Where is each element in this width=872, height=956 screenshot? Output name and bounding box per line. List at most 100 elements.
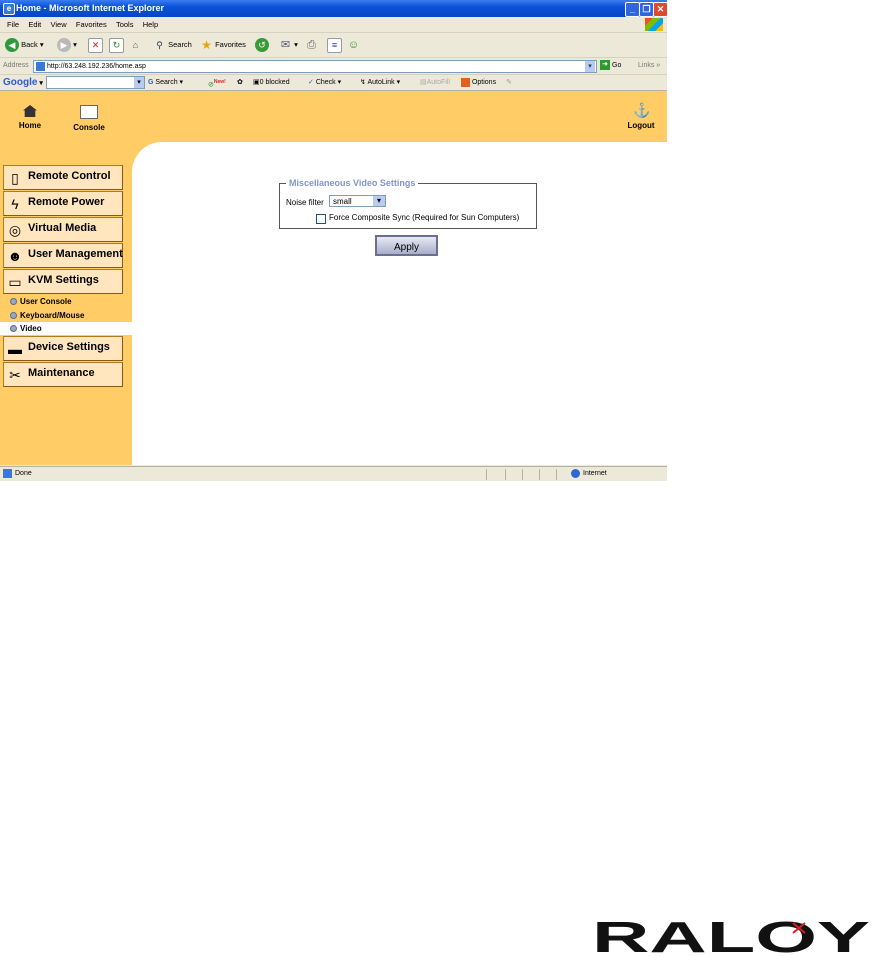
search-icon: ⚲ [156, 39, 163, 50]
window-title: Home - Microsoft Internet Explorer [16, 3, 165, 13]
home-browser-button[interactable]: ⌂ [129, 37, 142, 53]
messenger-icon: ☺ [347, 38, 360, 51]
sidebar-item-label: Maintenance [28, 367, 95, 379]
home-icon [23, 105, 37, 117]
go-button[interactable]: ➜ Go [600, 60, 621, 72]
menu-edit[interactable]: Edit [28, 17, 41, 32]
sidebar-subitem-keyboard-mouse[interactable]: Keyboard/Mouse [0, 309, 132, 322]
popup-blocker-icon: ▣ [253, 79, 260, 86]
maximize-button[interactable]: ❐ [639, 2, 654, 17]
chevron-down-icon[interactable]: ▾ [373, 196, 385, 206]
search-button[interactable]: ⚲ Search [153, 37, 192, 53]
sidebar-subitem-video[interactable]: Video [0, 322, 132, 335]
menu-view[interactable]: View [51, 17, 67, 32]
messenger-button[interactable]: ☺ [347, 37, 360, 53]
edit-page-icon: ≡ [327, 37, 342, 53]
power-icon: ϟ [11, 196, 19, 212]
spell-check-icon: ✓ [308, 79, 314, 86]
tools-icon: ✂ [9, 367, 21, 383]
sidebar-item-remote-power[interactable]: ϟ Remote Power [3, 191, 123, 216]
google-pagerank-icon[interactable]: ✿ [237, 75, 243, 90]
sidebar-item-virtual-media[interactable]: ◎ Virtual Media [3, 217, 123, 242]
autofill-icon: ▤ [420, 79, 427, 86]
subitem-label: Video [20, 324, 42, 333]
popup-blocker-button[interactable]: ▣0 blocked [253, 75, 290, 90]
stop-button[interactable]: ✕ [88, 37, 103, 53]
forward-button[interactable]: ▶ ▾ [57, 37, 77, 53]
sidebar-item-label: User Management [28, 248, 123, 260]
menu-favorites[interactable]: Favorites [76, 17, 107, 32]
sidebar-item-maintenance[interactable]: ✂ Maintenance [3, 362, 123, 387]
menu-tools[interactable]: Tools [116, 17, 134, 32]
print-button[interactable]: ⎙ [305, 37, 318, 53]
menu-file[interactable]: File [7, 17, 19, 32]
page-done-icon [3, 468, 12, 478]
cd-icon: ◎ [8, 222, 22, 238]
back-button[interactable]: ◀ Back ▾ [5, 37, 44, 53]
status-divider [486, 469, 487, 480]
google-search-dropdown-icon[interactable]: ▾ [134, 77, 144, 88]
options-button[interactable]: Options [461, 75, 496, 90]
bullet-icon [10, 312, 17, 320]
noise-filter-label: Noise filter [286, 198, 324, 207]
subitem-label: Keyboard/Mouse [20, 311, 85, 320]
close-button[interactable]: ✕ [653, 2, 667, 17]
status-divider [522, 469, 523, 480]
links-button[interactable]: Links » [638, 58, 660, 74]
go-arrow-icon: ➜ [600, 60, 610, 71]
google-logo-text: Google [3, 77, 38, 88]
edit-button[interactable]: ≡ [327, 37, 342, 53]
windows-logo-icon [645, 18, 663, 31]
google-search-input[interactable]: ▾ [46, 76, 145, 89]
sidebar-item-user-management[interactable]: ☻ User Management [3, 243, 123, 268]
console-nav-button[interactable]: Console [70, 105, 108, 132]
address-url: http://63.248.192.236/home.asp [47, 63, 146, 70]
video-settings-fieldset: Miscellaneous Video Settings Noise filte… [279, 178, 537, 229]
bullet-icon [10, 298, 17, 306]
security-zone: Internet [571, 467, 607, 481]
favorites-label: Favorites [215, 40, 246, 49]
status-text: Done [3, 467, 32, 481]
spell-check-button[interactable]: ✓ Check ▾ [308, 75, 341, 90]
sidebar-item-device-settings[interactable]: ▬ Device Settings [3, 336, 123, 361]
sidebar-item-label: KVM Settings [28, 274, 99, 286]
logout-nav-button[interactable]: ⚓ Logout [624, 103, 658, 130]
google-g-icon: G [148, 79, 154, 86]
raloy-logo: RALOY [592, 916, 870, 956]
history-button[interactable]: ↺ [255, 37, 269, 53]
address-dropdown-icon[interactable]: ▾ [585, 61, 595, 72]
mail-button[interactable]: ✉ ▾ [279, 37, 298, 53]
blocked-count: 0 blocked [259, 79, 290, 86]
google-search-button[interactable]: G Search ▾ [148, 75, 183, 90]
logout-nav-label: Logout [627, 121, 655, 130]
sidebar-subitem-user-console[interactable]: User Console [0, 295, 132, 308]
address-input[interactable]: http://63.248.192.236/home.asp ▾ [33, 60, 597, 73]
autofill-label: AutoFill [426, 79, 450, 86]
zone-label: Internet [583, 470, 607, 477]
standard-toolbar: ◀ Back ▾ ▶ ▾ ✕ ↻ ⌂ ⚲ Search ★ Favorites … [0, 33, 667, 58]
favorites-button[interactable]: ★ Favorites [200, 37, 246, 53]
minimize-button[interactable]: _ [625, 2, 640, 17]
google-search-label: Search [155, 79, 178, 86]
highlight-icon[interactable]: ✎ [506, 75, 512, 90]
sidebar-item-kvm-settings[interactable]: ▭ KVM Settings [3, 269, 123, 294]
refresh-icon: ↻ [109, 37, 124, 53]
noise-filter-select[interactable]: small ▾ [329, 195, 386, 207]
menu-help[interactable]: Help [143, 17, 158, 32]
autolink-button[interactable]: ↯ AutoLink ▾ [360, 75, 400, 90]
sidebar-item-remote-control[interactable]: ▯ Remote Control [3, 165, 123, 190]
web-page: Home Console ⚓ Logout ▯ Remote Control ϟ… [0, 91, 667, 465]
svg-text:RALOY: RALOY [592, 916, 870, 956]
title-bar: e Home - Microsoft Internet Explorer _ ❐… [0, 0, 667, 17]
apply-button[interactable]: Apply [375, 235, 438, 256]
google-news-button[interactable]: ⊘New! [208, 75, 226, 92]
console-nav-label: Console [73, 123, 105, 132]
fieldset-legend: Miscellaneous Video Settings [286, 178, 419, 189]
force-composite-sync-checkbox[interactable] [316, 214, 326, 224]
new-badge: New! [213, 79, 226, 85]
refresh-button[interactable]: ↻ [109, 37, 124, 53]
subitem-label: User Console [20, 297, 72, 306]
home-nav-button[interactable]: Home [16, 105, 44, 130]
google-logo[interactable]: Google ▾ [3, 76, 43, 90]
force-composite-sync-label: Force Composite Sync (Required for Sun C… [329, 213, 520, 222]
